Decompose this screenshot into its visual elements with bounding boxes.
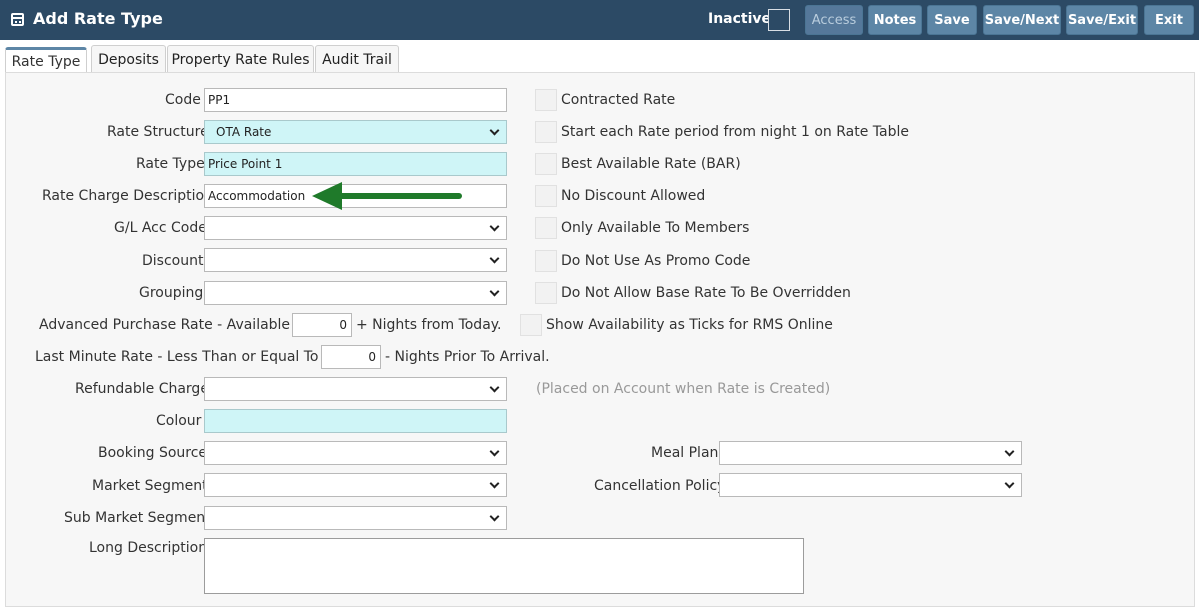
- discount-label: Discount: [142, 253, 204, 269]
- gl-acc-code-label: G/L Acc Code: [114, 220, 207, 236]
- gl-acc-code-select[interactable]: [204, 216, 507, 240]
- tab-property-rate-rules[interactable]: Property Rate Rules: [167, 45, 314, 73]
- members-only-label: Only Available To Members: [561, 220, 750, 236]
- advanced-purchase-suffix: + Nights from Today.: [356, 317, 502, 333]
- cancellation-policy-label: Cancellation Policy: [594, 478, 726, 494]
- exit-button[interactable]: Exit: [1144, 5, 1194, 35]
- bar-label: Best Available Rate (BAR): [561, 156, 741, 172]
- save-button[interactable]: Save: [927, 5, 977, 35]
- inactive-label: Inactive:: [708, 11, 777, 27]
- contracted-rate-checkbox[interactable]: [535, 89, 557, 111]
- no-override-checkbox[interactable]: [535, 282, 557, 304]
- refundable-charge-label: Refundable Charge: [75, 381, 209, 397]
- rate-structure-value: OTA Rate: [216, 125, 272, 139]
- rate-type-label: Rate Type: [136, 156, 205, 172]
- meal-plan-select[interactable]: [719, 441, 1022, 465]
- last-minute-label: Last Minute Rate - Less Than or Equal To: [35, 349, 319, 365]
- availability-ticks-label: Show Availability as Ticks for RMS Onlin…: [546, 317, 833, 333]
- start-night-1-label: Start each Rate period from night 1 on R…: [561, 124, 909, 140]
- chevron-down-icon: [489, 478, 500, 489]
- last-minute-input[interactable]: 0: [321, 345, 381, 369]
- meal-plan-label: Meal Plan: [651, 445, 719, 461]
- rate-type-panel: [5, 72, 1195, 607]
- market-segment-label: Market Segment: [92, 478, 208, 494]
- no-discount-checkbox[interactable]: [535, 185, 557, 207]
- notes-button[interactable]: Notes: [868, 5, 922, 35]
- sub-market-segment-select[interactable]: [204, 506, 507, 530]
- rate-structure-select[interactable]: OTA Rate: [204, 120, 507, 144]
- no-promo-label: Do Not Use As Promo Code: [561, 253, 751, 269]
- rate-type-input[interactable]: Price Point 1: [204, 152, 507, 176]
- no-override-label: Do Not Allow Base Rate To Be Overridden: [561, 285, 851, 301]
- chevron-down-icon: [489, 511, 500, 522]
- advanced-purchase-input[interactable]: 0: [292, 313, 352, 337]
- advanced-purchase-label: Advanced Purchase Rate - Available: [39, 317, 291, 333]
- chevron-down-icon: [1004, 446, 1015, 457]
- chevron-down-icon: [489, 286, 500, 297]
- long-description-label: Long Description: [89, 540, 208, 556]
- chevron-down-icon: [489, 125, 500, 136]
- code-label: Code: [165, 92, 201, 108]
- rate-charge-description-label: Rate Charge Description: [42, 188, 213, 204]
- chevron-down-icon: [489, 382, 500, 393]
- green-arrow-annotation: [312, 182, 462, 210]
- calendar-icon: [11, 13, 24, 26]
- grouping-select[interactable]: [204, 281, 507, 305]
- code-input[interactable]: PP1: [204, 88, 507, 112]
- tab-bar: Rate Type Deposits Property Rate Rules A…: [0, 44, 1199, 74]
- colour-label: Colour: [156, 413, 202, 429]
- title-bar: Add Rate Type Inactive: Access Notes Sav…: [0, 0, 1199, 40]
- sub-market-segment-label: Sub Market Segment: [64, 510, 211, 526]
- no-promo-checkbox[interactable]: [535, 250, 557, 272]
- tab-rate-type[interactable]: Rate Type: [5, 47, 87, 74]
- availability-ticks-checkbox[interactable]: [520, 314, 542, 336]
- inactive-checkbox[interactable]: [768, 9, 790, 31]
- save-exit-button[interactable]: Save/Exit: [1066, 5, 1138, 35]
- tab-audit-trail[interactable]: Audit Trail: [315, 45, 399, 73]
- no-discount-label: No Discount Allowed: [561, 188, 706, 204]
- members-only-checkbox[interactable]: [535, 217, 557, 239]
- chevron-down-icon: [489, 446, 500, 457]
- chevron-down-icon: [1004, 478, 1015, 489]
- refundable-charge-hint: (Placed on Account when Rate is Created): [536, 381, 831, 397]
- colour-input[interactable]: [204, 409, 507, 433]
- chevron-down-icon: [489, 253, 500, 264]
- cancellation-policy-select[interactable]: [719, 473, 1022, 497]
- discount-select[interactable]: [204, 248, 507, 272]
- start-night-1-checkbox[interactable]: [535, 121, 557, 143]
- contracted-rate-label: Contracted Rate: [561, 92, 676, 108]
- rate-structure-label: Rate Structure: [107, 124, 209, 140]
- bar-checkbox[interactable]: [535, 153, 557, 175]
- save-next-button[interactable]: Save/Next: [983, 5, 1061, 35]
- grouping-label: Grouping: [139, 285, 204, 301]
- page-title: Add Rate Type: [33, 9, 163, 28]
- long-description-textarea[interactable]: [204, 538, 804, 594]
- chevron-down-icon: [489, 221, 500, 232]
- tab-deposits[interactable]: Deposits: [91, 45, 166, 73]
- last-minute-suffix: - Nights Prior To Arrival.: [385, 349, 550, 365]
- booking-source-select[interactable]: [204, 441, 507, 465]
- refundable-charge-select[interactable]: [204, 377, 507, 401]
- booking-source-label: Booking Source: [98, 445, 208, 461]
- access-button[interactable]: Access: [805, 5, 863, 35]
- market-segment-select[interactable]: [204, 473, 507, 497]
